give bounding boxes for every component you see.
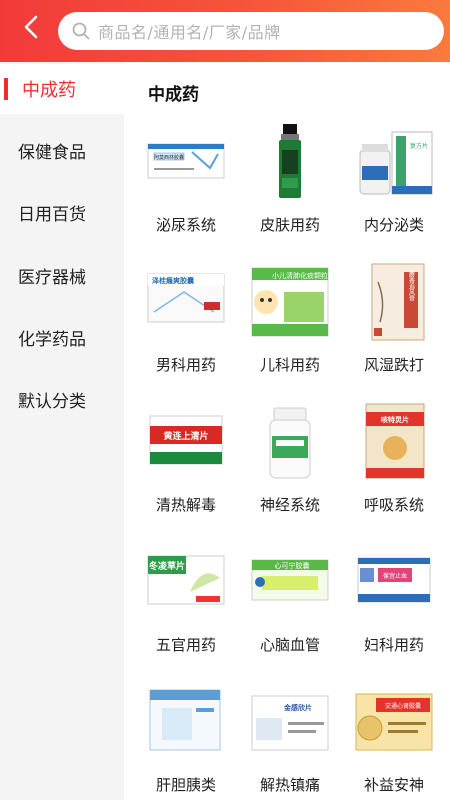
category-item[interactable]: 复方片 内分泌类 <box>342 122 446 262</box>
product-image <box>269 407 311 479</box>
category-item[interactable]: 阿莫西林胶囊 泌尿系统 <box>134 122 238 262</box>
category-item[interactable]: 交通心肾胶囊 补益安神 <box>342 682 446 800</box>
category-label: 内分泌类 <box>363 216 424 234</box>
product-image: 交通心肾胶囊 <box>355 693 433 751</box>
category-label: 神经系统 <box>259 496 320 514</box>
category-label: 妇科用药 <box>363 636 424 654</box>
product-image: 金感欣片 <box>251 695 329 751</box>
category-label: 清热解毒 <box>155 496 216 514</box>
category-label: 泌尿系统 <box>155 216 216 234</box>
category-label: 补益安神 <box>363 776 424 794</box>
sidebar-item-label: 保健食品 <box>18 142 86 163</box>
search-icon <box>72 22 90 40</box>
product-image: 心可宁胶囊 <box>251 559 329 601</box>
sidebar-item-medical-devices[interactable]: 医疗器械 <box>0 250 124 300</box>
product-image: 麝香追风膏 <box>371 263 425 341</box>
search-input[interactable]: 商品名/通用名/厂家/品牌 <box>58 12 444 50</box>
category-item[interactable]: 皮肤用药 <box>238 122 342 262</box>
product-image: 复方片 <box>359 131 433 195</box>
category-label: 肝胆胰类 <box>155 776 216 794</box>
product-image: 葆宫止血 <box>357 557 431 603</box>
svg-text:金感欣片: 金感欣片 <box>283 703 312 712</box>
svg-text:小儿清肺化痰颗粒: 小儿清肺化痰颗粒 <box>272 271 328 280</box>
svg-text:交通心肾胶囊: 交通心肾胶囊 <box>385 702 421 710</box>
category-item[interactable]: 麝香追风膏 风湿跌打 <box>342 262 446 402</box>
svg-text:心可宁胶囊: 心可宁胶囊 <box>275 561 310 570</box>
svg-text:阿莫西林胶囊: 阿莫西林胶囊 <box>154 154 184 161</box>
category-item[interactable]: 肝胆胰类 <box>134 682 238 800</box>
category-item[interactable]: 心可宁胶囊 心脑血管 <box>238 542 342 682</box>
product-image <box>279 124 301 198</box>
section-title: 中成药 <box>148 85 199 105</box>
svg-text:泽桂癃爽胶囊: 泽桂癃爽胶囊 <box>152 276 195 285</box>
category-item[interactable]: 泽桂癃爽胶囊 男科用药 <box>134 262 238 402</box>
chevron-left-icon <box>24 15 38 39</box>
sidebar-item-chinese-medicine[interactable]: 中成药 <box>0 64 124 114</box>
sidebar-item-health-food[interactable]: 保健食品 <box>0 125 124 175</box>
category-item[interactable]: 金感欣片 解热镇痛 <box>238 682 342 800</box>
sidebar-item-label: 日用百货 <box>18 204 86 225</box>
product-image: 黄连上清片 <box>149 415 223 465</box>
back-button[interactable] <box>14 12 48 42</box>
sidebar-item-chemical-drugs[interactable]: 化学药品 <box>0 312 124 362</box>
svg-text:葆宫止血: 葆宫止血 <box>383 572 407 580</box>
search-placeholder: 商品名/通用名/厂家/品牌 <box>98 23 281 42</box>
category-label: 解热镇痛 <box>259 776 320 794</box>
category-label: 呼吸系统 <box>363 496 424 514</box>
category-item[interactable]: 神经系统 <box>238 402 342 542</box>
sidebar-item-label: 默认分类 <box>18 391 86 412</box>
category-label: 风湿跌打 <box>363 356 424 374</box>
sidebar-item-daily-goods[interactable]: 日用百货 <box>0 187 124 237</box>
svg-text:复方片: 复方片 <box>410 142 428 150</box>
product-image: 冬凌草片 <box>147 555 225 605</box>
svg-text:冬凌草片: 冬凌草片 <box>149 560 185 572</box>
sidebar-item-default[interactable]: 默认分类 <box>0 374 124 424</box>
svg-text:咳特灵片: 咳特灵片 <box>381 415 409 424</box>
svg-text:麝香追风膏: 麝香追风膏 <box>408 270 415 302</box>
sidebar-item-label: 化学药品 <box>18 329 86 350</box>
product-image: 阿莫西林胶囊 <box>147 143 225 179</box>
category-sidebar: 中成药 保健食品 日用百货 医疗器械 化学药品 默认分类 <box>0 62 124 800</box>
category-label: 五官用药 <box>155 636 216 654</box>
product-image: 泽桂癃爽胶囊 <box>147 273 225 323</box>
sidebar-item-label: 医疗器械 <box>18 267 86 288</box>
svg-text:黄连上清片: 黄连上清片 <box>163 430 208 442</box>
sidebar-item-label: 中成药 <box>22 80 76 101</box>
header-bar: 商品名/通用名/厂家/品牌 <box>0 0 450 62</box>
product-image: 咳特灵片 <box>365 403 425 479</box>
category-label: 心脑血管 <box>259 636 320 654</box>
category-item[interactable]: 小儿清肺化痰颗粒 儿科用药 <box>238 262 342 402</box>
category-label: 儿科用药 <box>259 356 320 374</box>
product-image: 小儿清肺化痰颗粒 <box>251 267 329 337</box>
category-item[interactable]: 冬凌草片 五官用药 <box>134 542 238 682</box>
category-label: 皮肤用药 <box>259 216 320 234</box>
category-panel: 中成药 阿莫西林胶囊 泌尿系统 皮肤用药 复方片 内分泌类 泽桂癃爽胶囊 男科用… <box>134 72 446 800</box>
product-image <box>149 689 221 751</box>
category-item[interactable]: 黄连上清片 清热解毒 <box>134 402 238 542</box>
category-item[interactable]: 咳特灵片 呼吸系统 <box>342 402 446 542</box>
category-item[interactable]: 葆宫止血 妇科用药 <box>342 542 446 682</box>
category-label: 男科用药 <box>155 356 216 374</box>
